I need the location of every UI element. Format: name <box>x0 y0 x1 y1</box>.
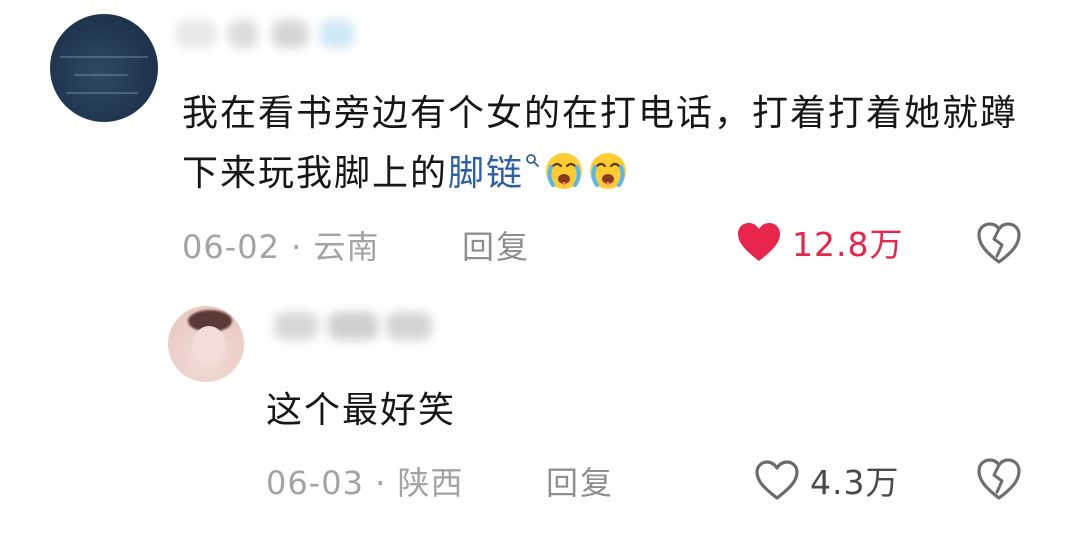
comment-date: 06-02 <box>182 228 280 266</box>
avatar-decoration <box>60 56 148 58</box>
like-count: 12.8万 <box>792 225 904 264</box>
comment-meta: 06-02 · 云南 <box>182 222 380 268</box>
like-button[interactable]: 12.8万 <box>736 218 903 266</box>
reply-like-button[interactable]: 4.3万 <box>754 456 899 504</box>
reply-meta: 06-03 · 陕西 <box>266 458 464 504</box>
heart-filled-icon <box>738 223 780 261</box>
avatar-decoration <box>192 326 226 366</box>
avatar-decoration <box>66 92 138 94</box>
reply-to-reply-button[interactable]: 回复 <box>546 458 614 504</box>
commenter-avatar[interactable] <box>50 14 158 122</box>
reply-name-blurred[interactable] <box>268 304 438 350</box>
reply-location: 陕西 <box>397 464 464 502</box>
reply-body: 这个最好笑 <box>266 390 457 431</box>
commenter-name-blurred[interactable] <box>172 12 392 58</box>
meta-separator: · <box>375 464 387 502</box>
crying-face-icon <box>546 153 583 189</box>
avatar-decoration <box>74 74 128 76</box>
reply-dislike-broken-heart-icon[interactable] <box>976 456 1022 502</box>
heart-outline-icon <box>755 460 799 500</box>
comment-location: 云南 <box>313 228 380 266</box>
meta-separator: · <box>291 228 303 266</box>
search-icon[interactable] <box>525 153 539 167</box>
reply-date: 06-03 <box>266 464 364 502</box>
comment-body: 我在看书旁边有个女的在打电话，打着打着她就蹲下来玩我脚上的脚链 <box>182 84 1022 204</box>
dislike-broken-heart-icon[interactable] <box>976 220 1022 266</box>
reply-button[interactable]: 回复 <box>462 222 530 268</box>
reply-like-count: 4.3万 <box>810 463 900 502</box>
reply-avatar[interactable] <box>168 306 244 382</box>
search-link[interactable]: 脚链 <box>448 153 524 194</box>
crying-face-icon <box>590 153 627 189</box>
